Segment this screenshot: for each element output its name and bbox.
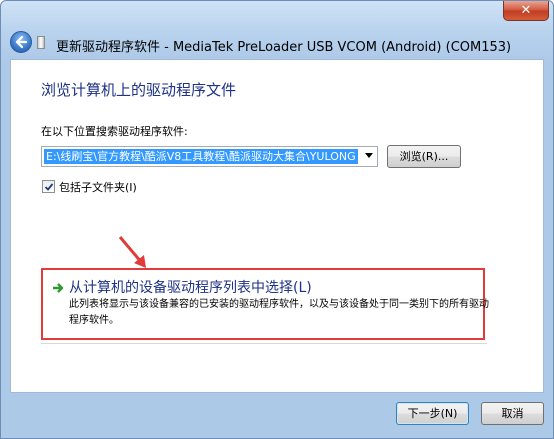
wizard-content: 浏览计算机上的驱动程序文件 在以下位置搜索驱动程序软件: E:\线刷宝\官方教程… xyxy=(10,59,544,393)
divider xyxy=(41,343,487,344)
cancel-button[interactable]: 取消 xyxy=(481,402,544,425)
close-button[interactable]: ✕ xyxy=(503,1,549,21)
pick-from-list-description: 此列表将显示与该设备兼容的已安装的驱动程序软件，以及与该设备处于同一类别下的所有… xyxy=(69,299,489,326)
back-arrow-icon xyxy=(15,35,28,49)
include-subfolders-checkbox[interactable] xyxy=(42,180,55,193)
green-arrow-icon[interactable] xyxy=(52,282,64,294)
usb-device-icon xyxy=(37,36,45,49)
window-title: 更新驱动程序软件 - MediaTek PreLoader USB VCOM (… xyxy=(56,40,512,55)
browse-button[interactable]: 浏览(R)... xyxy=(387,145,461,168)
update-driver-window: ✕ 更新驱动程序软件 - MediaTek PreLoader USB VCOM… xyxy=(0,0,554,439)
search-location-label: 在以下位置搜索驱动程序软件: xyxy=(41,125,188,138)
page-heading: 浏览计算机上的驱动程序文件 xyxy=(41,81,237,99)
path-value[interactable]: E:\线刷宝\官方教程\酷派V8工具教程\酷派驱动大集合\YULONG xyxy=(44,149,358,164)
checkmark-icon xyxy=(44,183,54,191)
annotation-arrow-icon xyxy=(118,236,146,268)
chevron-down-icon[interactable] xyxy=(365,153,373,158)
back-button[interactable] xyxy=(10,31,32,53)
title-bar: ✕ 更新驱动程序软件 - MediaTek PreLoader USB VCOM… xyxy=(1,1,553,59)
pick-from-list-link[interactable]: 从计算机的设备驱动程序列表中选择(L) xyxy=(69,277,312,297)
path-combobox[interactable]: E:\线刷宝\官方教程\酷派V8工具教程\酷派驱动大集合\YULONG xyxy=(41,146,378,167)
include-subfolders-label[interactable]: 包括子文件夹(I) xyxy=(59,179,137,195)
next-button[interactable]: 下一步(N) xyxy=(396,402,469,425)
